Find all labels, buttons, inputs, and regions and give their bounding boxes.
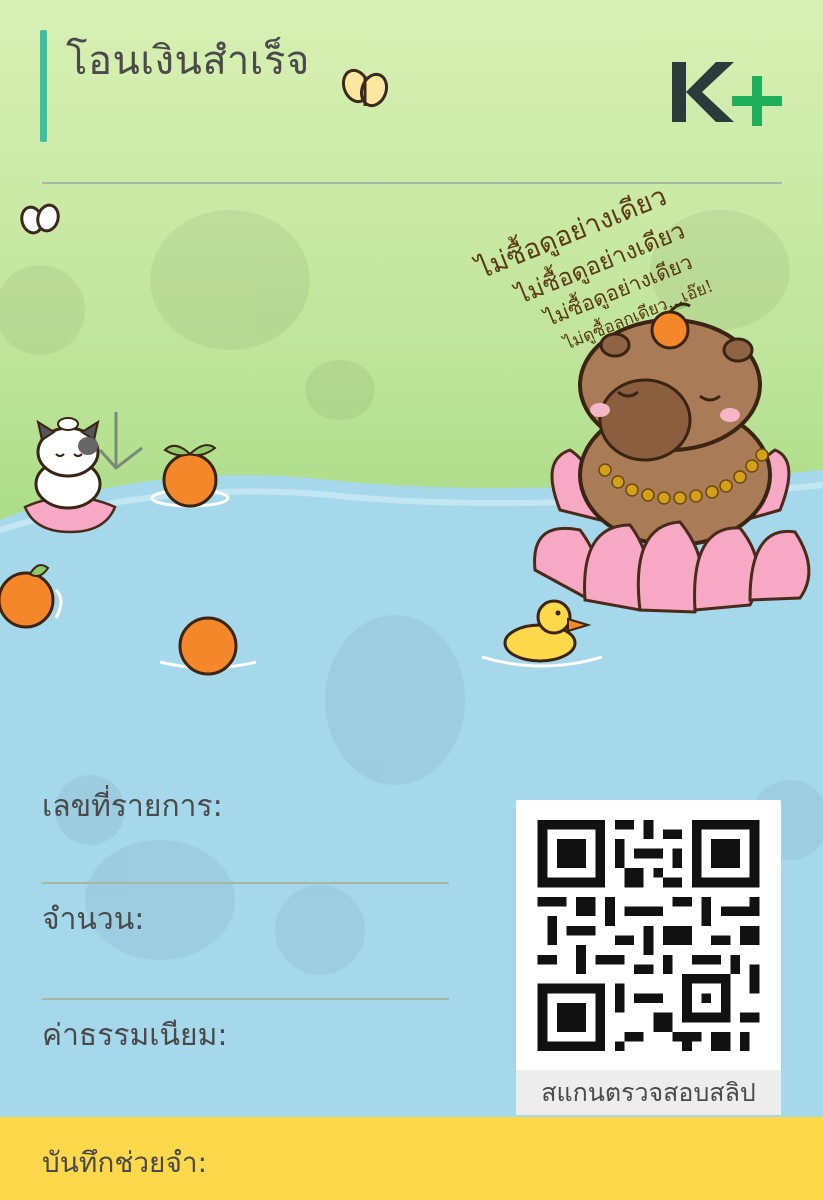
qr-code <box>528 810 769 1061</box>
orange-illustration <box>150 444 230 508</box>
duck-illustration <box>481 599 603 668</box>
kplus-logo <box>672 62 782 126</box>
transaction-id-label: เลขที่รายการ: <box>42 789 223 824</box>
field-divider <box>42 998 449 1000</box>
orange-illustration <box>0 564 63 629</box>
butterfly-icon <box>341 68 389 108</box>
butterfly-icon <box>20 203 60 235</box>
field-divider <box>42 882 449 884</box>
accent-bar <box>40 30 47 142</box>
qr-code-panel[interactable]: สแกนตรวจสอบสลิป <box>516 800 781 1115</box>
fee-label: ค่าธรรมเนียม: <box>42 1018 228 1053</box>
header-divider <box>42 182 782 184</box>
arrow-down-icon <box>98 412 143 471</box>
capybara-illustration <box>533 302 811 614</box>
orange-illustration <box>159 616 257 676</box>
memo-label: บันทึกช่วยจำ: <box>42 1146 208 1179</box>
qr-caption: สแกนตรวจสอบสลิป <box>516 1070 781 1115</box>
memo-bar: บันทึกช่วยจำ: <box>0 1117 823 1200</box>
page-title: โอนเงินสำเร็จ <box>66 38 310 84</box>
amount-label: จำนวน: <box>42 902 145 937</box>
